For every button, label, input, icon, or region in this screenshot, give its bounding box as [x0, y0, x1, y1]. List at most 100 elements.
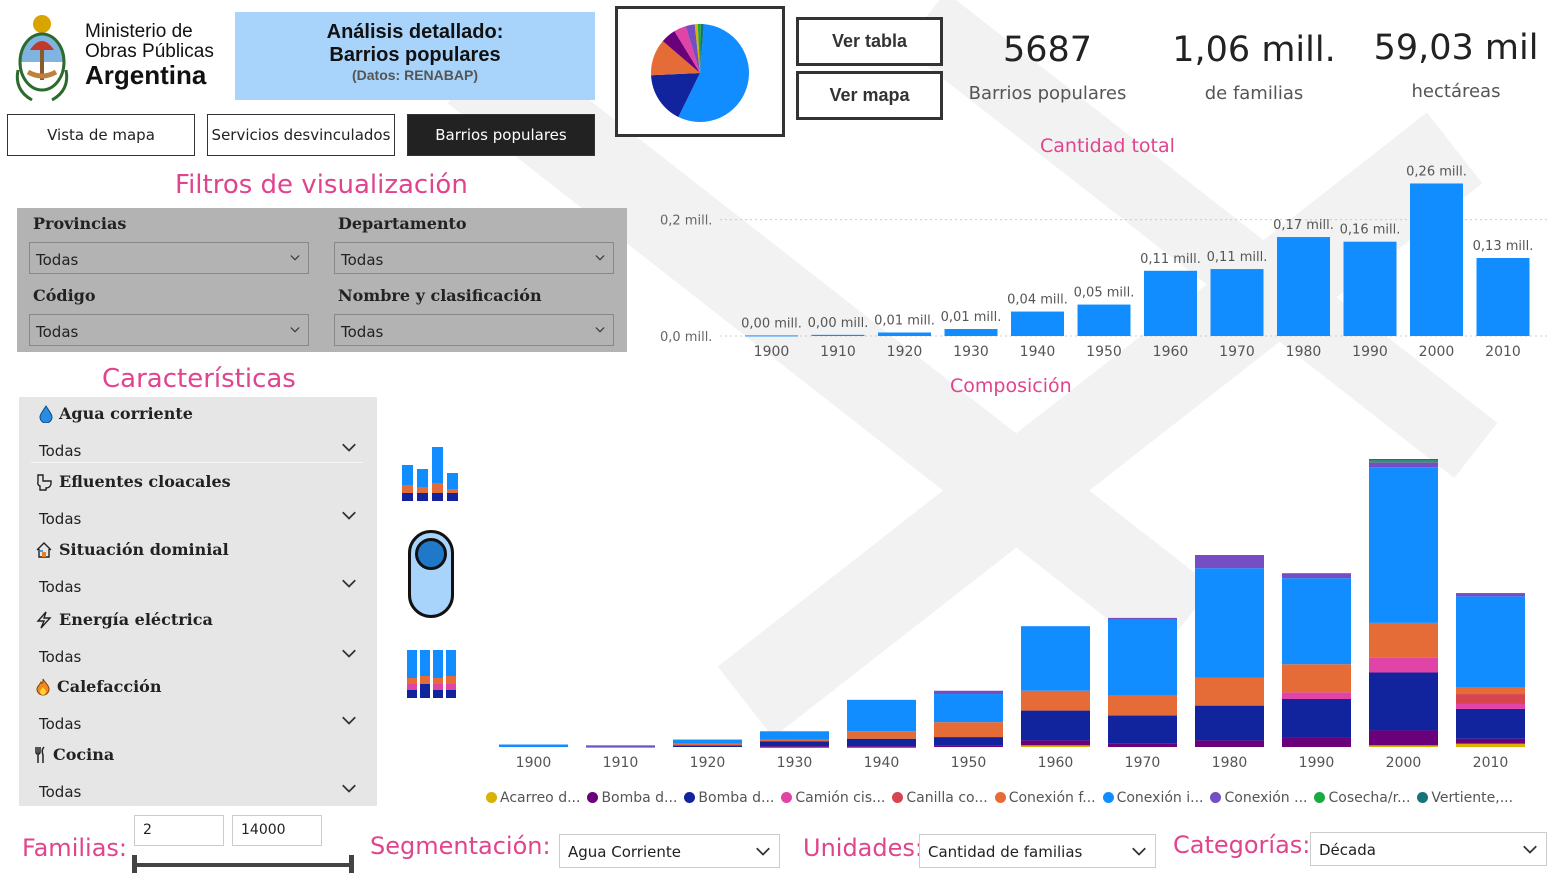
legend-item[interactable]: Camión cis...	[781, 790, 885, 806]
char-agua-dropdown[interactable]: Todas	[31, 433, 363, 463]
ministry-line3: Argentina	[85, 59, 207, 90]
filter-departamento-value: Todas	[341, 251, 384, 269]
x-tick-label: 1980	[1286, 344, 1322, 360]
char-cocina-dropdown[interactable]: Todas	[31, 774, 363, 804]
filter-provincias-dropdown[interactable]: Todas	[29, 242, 309, 274]
legend-item[interactable]: Canilla co...	[892, 790, 988, 806]
x-tick-label: 1910	[820, 344, 856, 360]
stack-segment-1950-1	[934, 745, 1003, 747]
data-label: 0,00 mill.	[808, 316, 869, 331]
legend-swatch	[684, 792, 696, 803]
percent-bar-chart-icon[interactable]	[405, 648, 459, 700]
x-tick-label: 2000	[1419, 344, 1455, 360]
stack-segment-1950-7	[934, 690, 1003, 695]
x-tick-label: 1930	[777, 755, 813, 771]
water-drop-icon	[39, 404, 53, 423]
legend-label: Conexión i...	[1116, 789, 1204, 806]
legend-item[interactable]: Cosecha/r...	[1314, 790, 1410, 806]
slider-handle-max[interactable]	[349, 855, 354, 873]
filter-codigo-value: Todas	[36, 323, 79, 341]
composition-stacked-chart: 1900 1910 1920 1930 1940 1950 1960 1970 1980 1990…	[499, 459, 1525, 771]
legend-swatch	[994, 792, 1006, 803]
familias-range-slider[interactable]	[132, 855, 354, 873]
segmentacion-value: Agua Corriente	[568, 843, 681, 861]
bar-1920	[878, 332, 931, 336]
y-tick-label: 0,2 mill.	[660, 214, 712, 229]
bar-1940	[1011, 311, 1064, 336]
legend-item[interactable]: Conexión ...	[1210, 790, 1307, 806]
legend-item[interactable]: Bomba d...	[587, 790, 677, 806]
unidades-label: Unidades:	[803, 834, 923, 862]
ministry-line1: Ministerio de	[85, 21, 193, 42]
x-tick-label: 1980	[1212, 755, 1248, 771]
char-situacion-text: Situación dominial	[59, 540, 229, 559]
nav-services-button[interactable]: Servicios desvinculados	[207, 114, 395, 156]
stack-segment-1940-6	[847, 699, 916, 732]
categorias-dropdown[interactable]: Década	[1310, 832, 1547, 866]
unidades-dropdown[interactable]: Cantidad de familias	[919, 834, 1156, 868]
stack-segment-2010-2	[1456, 708, 1525, 739]
chevron-down-icon	[595, 255, 605, 261]
chevron-down-icon	[290, 327, 300, 333]
stack-segment-1930-6	[760, 731, 829, 740]
chart-mode-toggle[interactable]	[408, 530, 454, 618]
stack-segment-1930-5	[760, 739, 829, 742]
nav-map-view-button[interactable]: Vista de mapa	[7, 114, 195, 156]
legend-item[interactable]: Conexión f...	[994, 790, 1096, 806]
legend-item[interactable]: Conexión i...	[1102, 789, 1204, 806]
char-agua-value: Todas	[39, 442, 82, 460]
stack-segment-1950-2	[934, 737, 1003, 746]
stack-segment-1980-5	[1195, 677, 1264, 706]
filters-panel: Provincias Todas Departamento Todas Códi…	[17, 208, 627, 352]
chevron-down-icon	[342, 784, 356, 793]
pie-chart	[651, 24, 749, 122]
stack-segment-1930-2	[760, 741, 829, 747]
bar-1900	[745, 335, 798, 337]
filter-departamento-dropdown[interactable]: Todas	[334, 242, 614, 274]
legend-label: Vertiente,...	[1431, 789, 1514, 806]
segmentacion-dropdown[interactable]: Agua Corriente	[559, 834, 780, 868]
stack-segment-1960-0	[1021, 745, 1090, 747]
legend-item[interactable]: Vertiente,...	[1417, 790, 1513, 806]
filter-departamento-label: Departamento	[338, 214, 467, 233]
nav-barrios-button[interactable]: Barrios populares	[407, 114, 595, 156]
slider-handle-min[interactable]	[132, 855, 137, 873]
filter-codigo-dropdown[interactable]: Todas	[29, 314, 309, 346]
chevron-down-icon	[342, 579, 356, 588]
legend-swatch	[1417, 792, 1429, 803]
bar-1950	[1077, 304, 1131, 336]
filter-nombre-dropdown[interactable]: Todas	[334, 314, 614, 346]
fire-icon	[36, 678, 50, 695]
x-tick-label: 2010	[1473, 755, 1509, 771]
char-situacion-dropdown[interactable]: Todas	[31, 569, 363, 599]
stack-segment-2010-3	[1456, 703, 1525, 709]
stack-segment-2000-3	[1369, 657, 1438, 673]
kpi-hectareas-value: 59,03 mil	[1373, 28, 1539, 68]
char-calefaccion-dropdown[interactable]: Todas	[31, 706, 363, 736]
char-energia-dropdown[interactable]: Todas	[31, 639, 363, 669]
legend-label: Conexión ...	[1224, 789, 1308, 806]
familias-min-input[interactable]: 2	[134, 815, 224, 846]
char-efluentes-label: Efluentes cloacales	[35, 472, 231, 491]
char-efluentes-dropdown[interactable]: Todas	[31, 501, 363, 531]
familias-max-input[interactable]: 14000	[232, 815, 322, 846]
char-calefaccion-value: Todas	[39, 715, 82, 733]
char-situacion-value: Todas	[39, 578, 82, 596]
stack-segment-1970-6	[1108, 619, 1177, 696]
chevron-down-icon	[756, 847, 770, 856]
legend-item[interactable]: Bomba d...	[684, 790, 774, 806]
stack-segment-1990-3	[1282, 692, 1351, 699]
stacked-bar-chart-icon[interactable]	[400, 445, 462, 503]
legend-label: Acarreo d...	[500, 789, 581, 806]
chevron-down-icon	[342, 649, 356, 658]
legend-swatch	[781, 792, 793, 803]
stack-segment-1970-2	[1108, 715, 1177, 744]
view-table-button[interactable]: Ver tabla	[796, 17, 943, 66]
view-map-button[interactable]: Ver mapa	[796, 71, 943, 120]
chevron-down-icon	[342, 443, 356, 452]
pie-chart-button[interactable]	[615, 6, 785, 137]
legend-item[interactable]: Acarreo d...	[486, 790, 580, 806]
utensils-icon	[35, 745, 45, 763]
stack-segment-2010-4	[1456, 694, 1525, 704]
kpi-barrios-value: 5687	[1002, 30, 1093, 70]
